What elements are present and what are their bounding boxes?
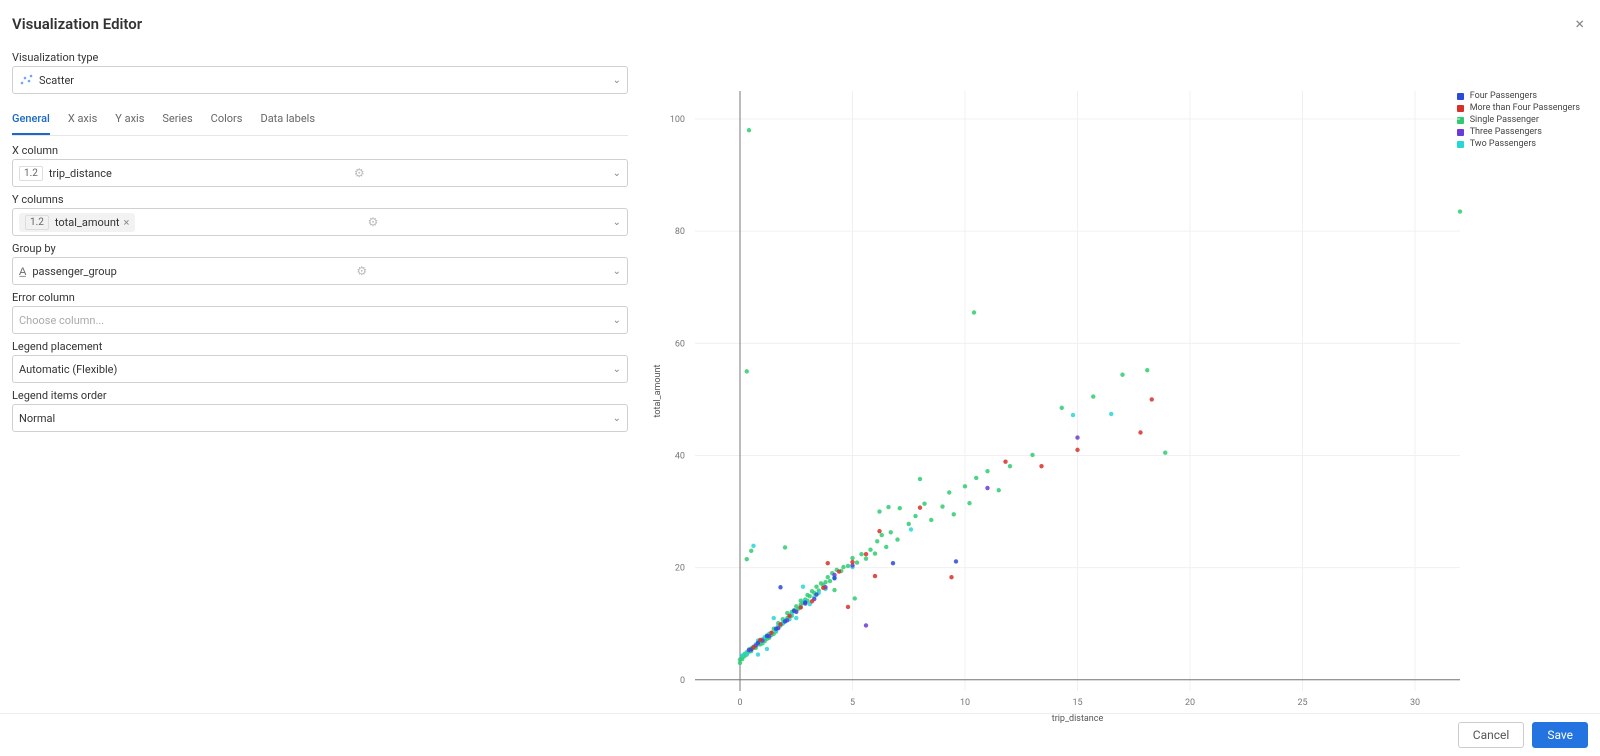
group-by-label: Group by: [12, 242, 628, 255]
svg-text:30: 30: [1410, 698, 1420, 708]
x-column-label: X column: [12, 144, 628, 157]
svg-text:80: 80: [675, 227, 685, 237]
numeric-icon: 1.2: [19, 166, 43, 181]
close-icon[interactable]: ×: [1571, 10, 1588, 37]
chevron-down-icon: ⌄: [613, 364, 621, 375]
chevron-down-icon: ⌄: [613, 217, 621, 228]
svg-text:20: 20: [1185, 698, 1195, 708]
numeric-icon: 1.2: [25, 215, 49, 230]
chevron-down-icon: ⌄: [613, 266, 621, 277]
tab-series[interactable]: Series: [162, 106, 192, 135]
chevron-down-icon: ⌄: [613, 75, 621, 86]
tab-data-labels[interactable]: Data labels: [260, 106, 315, 135]
scatter-icon: [19, 73, 33, 87]
legend-placement-label: Legend placement: [12, 340, 628, 353]
svg-text:15: 15: [1072, 698, 1082, 708]
chart-panel: Four PassengersMore than Four Passengers…: [640, 41, 1600, 713]
tab-colors[interactable]: Colors: [211, 106, 243, 135]
chevron-down-icon: ⌄: [613, 315, 621, 326]
svg-text:0: 0: [737, 698, 742, 708]
error-column-select[interactable]: Choose column... ⌄: [12, 306, 628, 334]
svg-text:25: 25: [1297, 698, 1307, 708]
svg-text:5: 5: [850, 698, 855, 708]
svg-text:trip_distance: trip_distance: [1052, 714, 1104, 724]
group-by-select[interactable]: A̲ passenger_group ⚙ ⌄: [12, 257, 628, 285]
tab-general[interactable]: General: [12, 106, 50, 135]
group-icon: A̲: [19, 265, 26, 278]
page-title: Visualization Editor: [12, 15, 142, 33]
left-panel: Visualization type Scatter ⌄ General X a…: [0, 41, 640, 713]
viz-type-label: Visualization type: [12, 51, 628, 64]
gear-icon[interactable]: ⚙: [354, 166, 365, 180]
viz-type-select[interactable]: Scatter ⌄: [12, 66, 628, 94]
legend-order-label: Legend items order: [12, 389, 628, 402]
chevron-down-icon: ⌄: [613, 168, 621, 179]
remove-chip-icon[interactable]: ×: [124, 216, 130, 229]
svg-text:40: 40: [675, 451, 685, 461]
tab-y-axis[interactable]: Y axis: [115, 106, 144, 135]
config-tabs: General X axis Y axis Series Colors Data…: [12, 106, 628, 136]
scatter-chart[interactable]: 0 5 10 15 20 25 30 0 20 40 60 80 100 trip_distance tot…: [640, 81, 1580, 741]
error-column-label: Error column: [12, 291, 628, 304]
y-columns-select[interactable]: 1.2 total_amount × ⚙ ⌄: [12, 208, 628, 236]
gear-icon[interactable]: ⚙: [368, 215, 379, 229]
y-column-chip[interactable]: 1.2 total_amount ×: [19, 213, 135, 232]
gear-icon[interactable]: ⚙: [356, 264, 367, 278]
legend-order-select[interactable]: Normal ⌄: [12, 404, 628, 432]
svg-text:10: 10: [960, 698, 970, 708]
svg-text:total_amount: total_amount: [653, 365, 663, 418]
x-column-select[interactable]: 1.2 trip_distance ⚙ ⌄: [12, 159, 628, 187]
legend-placement-select[interactable]: Automatic (Flexible) ⌄: [12, 355, 628, 383]
y-columns-label: Y columns: [12, 193, 628, 206]
svg-text:20: 20: [675, 564, 685, 574]
tab-x-axis[interactable]: X axis: [68, 106, 97, 135]
svg-text:0: 0: [680, 676, 685, 686]
svg-text:100: 100: [670, 115, 685, 125]
svg-text:60: 60: [675, 339, 685, 349]
chevron-down-icon: ⌄: [613, 413, 621, 424]
